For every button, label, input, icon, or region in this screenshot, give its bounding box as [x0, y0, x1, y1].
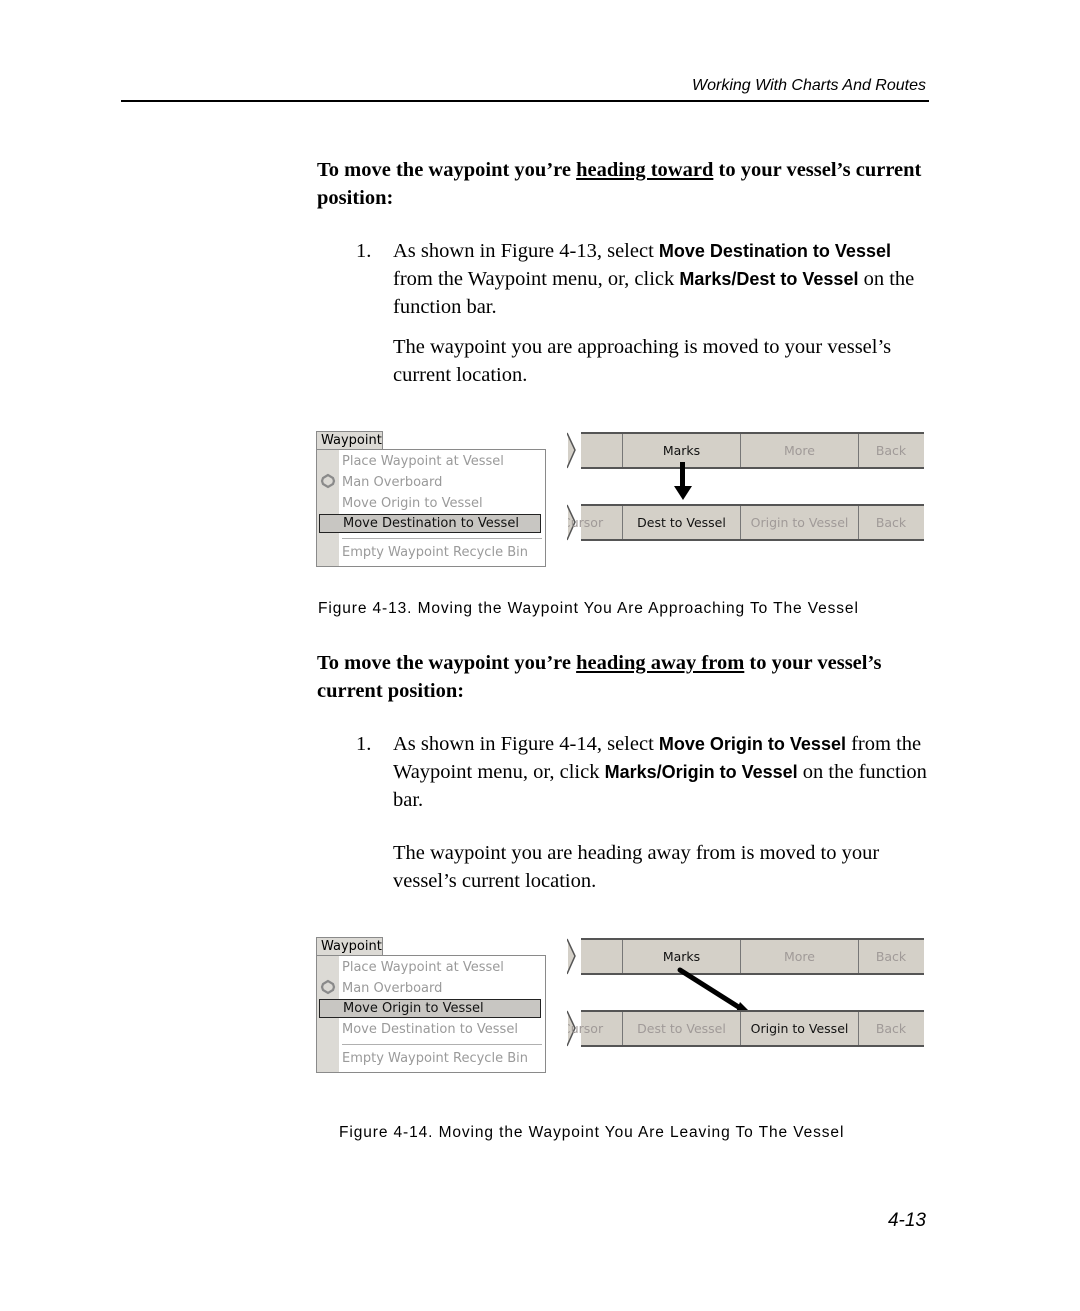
menu-item-man-overboard[interactable]: Man Overboard — [342, 473, 442, 492]
menu-item-move-origin[interactable]: Move Origin to Vessel — [342, 494, 483, 513]
waypoint-menu: Waypoint Place Waypoint at Vessel Man Ov… — [316, 937, 546, 1075]
section-heading-away: To move the waypoint you’re heading away… — [317, 649, 937, 705]
man-overboard-icon — [320, 979, 336, 995]
cursor-button[interactable]: Cursor — [568, 506, 622, 539]
function-bar-top: Marks More Back — [567, 432, 924, 469]
waypoint-menu-title[interactable]: Waypoint — [316, 431, 383, 450]
dest-to-vessel-button[interactable]: Dest to Vessel — [623, 1012, 740, 1045]
section-heading-toward: To move the waypoint you’re heading towa… — [317, 156, 937, 212]
menu-icon-gutter — [317, 450, 339, 566]
result-text: The waypoint you are approaching is move… — [393, 336, 892, 386]
menu-item-empty-recycle-bin[interactable]: Empty Waypoint Recycle Bin — [342, 543, 528, 562]
heading-underlined-text: heading away from — [576, 652, 745, 674]
menu-separator — [342, 538, 542, 539]
origin-to-vessel-button[interactable]: Origin to Vessel — [741, 1012, 858, 1045]
menu-item-move-destination[interactable]: Move Destination to Vessel — [319, 514, 541, 533]
waypoint-menu: Waypoint Place Waypoint at Vessel Man Ov… — [316, 431, 546, 569]
cursor-button[interactable]: Cursor — [568, 1012, 622, 1045]
step-number: 1. — [356, 240, 372, 262]
header-rule — [121, 100, 929, 102]
heading-text: To move the waypoint you’re — [317, 159, 577, 181]
waypoint-menu-body: Place Waypoint at Vessel Man Overboard M… — [316, 449, 546, 567]
heading-text: To move the waypoint you’re — [317, 652, 577, 674]
menu-command-ref: Move Origin to Vessel — [658, 734, 846, 754]
man-overboard-icon — [320, 473, 336, 489]
menu-item-move-origin[interactable]: Move Origin to Vessel — [319, 999, 541, 1018]
waypoint-menu-title[interactable]: Waypoint — [316, 937, 383, 956]
function-bar-bottom: Cursor Dest to Vessel Origin to Vessel B… — [567, 1010, 924, 1047]
figure-caption: Figure 4-13. Moving the Waypoint You Are… — [318, 600, 859, 617]
step-number: 1. — [356, 733, 372, 755]
heading-underlined-text: heading toward — [576, 159, 714, 181]
more-button[interactable]: More — [741, 434, 858, 467]
menu-item-empty-recycle-bin[interactable]: Empty Waypoint Recycle Bin — [342, 1049, 528, 1068]
back-button[interactable]: Back — [859, 940, 923, 973]
step-text: As shown in Figure 4-14, select Move Ori… — [393, 730, 933, 814]
step-text-part: from the Waypoint menu, or, click — [393, 268, 680, 290]
back-button[interactable]: Back — [859, 506, 923, 539]
menu-item-place-waypoint[interactable]: Place Waypoint at Vessel — [342, 958, 504, 977]
function-bar-ref: Marks/Origin to Vessel — [604, 762, 798, 782]
step-text-part: As shown in Figure 4-14, select — [393, 733, 659, 755]
scroll-notch-icon — [567, 938, 581, 975]
menu-item-move-destination[interactable]: Move Destination to Vessel — [342, 1020, 518, 1039]
down-arrow-icon — [674, 462, 692, 500]
dest-to-vessel-button[interactable]: Dest to Vessel — [623, 506, 740, 539]
step-text-part: As shown in Figure 4-13, select — [393, 240, 659, 262]
function-bar-bottom: Cursor Dest to Vessel Origin to Vessel B… — [567, 504, 924, 541]
back-button[interactable]: Back — [859, 1012, 923, 1045]
function-bar-ref: Marks/Dest to Vessel — [679, 269, 859, 289]
menu-separator — [342, 1044, 542, 1045]
result-text: The waypoint you are heading away from i… — [393, 842, 880, 892]
scroll-notch-icon — [567, 432, 581, 469]
running-head: Working With Charts And Routes — [691, 77, 926, 94]
page-number: 4-13 — [887, 1210, 926, 1231]
menu-item-place-waypoint[interactable]: Place Waypoint at Vessel — [342, 452, 504, 471]
figure-caption: Figure 4-14. Moving the Waypoint You Are… — [339, 1124, 845, 1141]
origin-to-vessel-button[interactable]: Origin to Vessel — [741, 506, 858, 539]
step-text: As shown in Figure 4-13, select Move Des… — [393, 237, 933, 321]
menu-item-man-overboard[interactable]: Man Overboard — [342, 979, 442, 998]
back-button[interactable]: Back — [859, 434, 923, 467]
menu-command-ref: Move Destination to Vessel — [658, 241, 891, 261]
waypoint-menu-body: Place Waypoint at Vessel Man Overboard M… — [316, 955, 546, 1073]
